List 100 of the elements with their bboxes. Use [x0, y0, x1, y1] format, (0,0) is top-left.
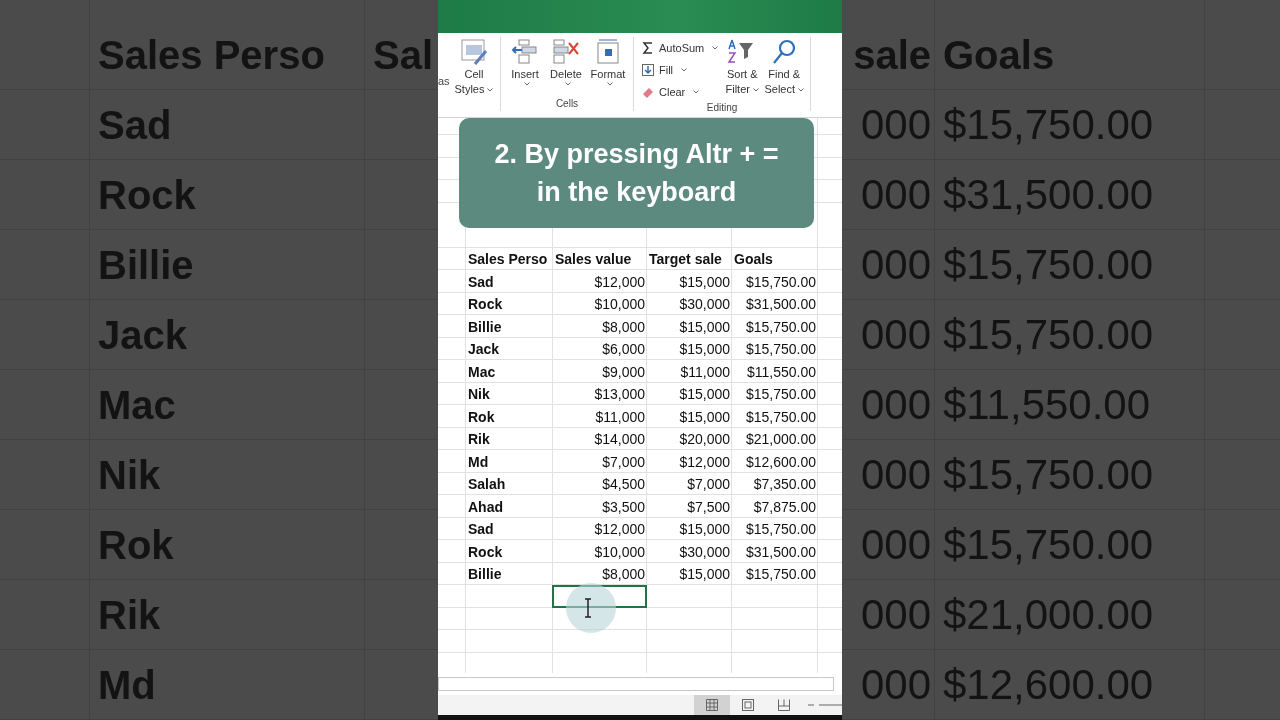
- backdrop-text: Billie: [98, 245, 194, 285]
- table-cell-text: $7,875.00: [752, 497, 817, 517]
- table-cell-text: Billie: [467, 317, 503, 337]
- table-cell-text: $31,500.00: [744, 542, 817, 562]
- group-label: Cells: [554, 98, 580, 111]
- page-layout-icon: [742, 699, 754, 711]
- table-cell-text: $15,750.00: [744, 340, 817, 360]
- table-cell-text: Mac: [467, 362, 497, 382]
- table-cell-text: $4,500: [601, 475, 646, 495]
- table-cell-text: Sales value: [554, 250, 633, 270]
- backdrop-text: Jack: [98, 315, 187, 355]
- cell-styles-button[interactable]: Cell Styles: [454, 37, 494, 98]
- backdrop-text: Sad: [98, 105, 172, 145]
- table-cell-text: Salah: [467, 475, 507, 495]
- table-cell-text: $7,000: [601, 452, 646, 472]
- table-cell-text: Rok: [467, 407, 496, 427]
- caption-banner: 2. By pressing Altr + = in the keyboard: [459, 118, 814, 228]
- table-cell-text: $30,000: [678, 295, 731, 315]
- table-cell-text: $31,500.00: [744, 295, 817, 315]
- table-cell-text: Md: [467, 452, 490, 472]
- table-cell-text: Rock: [467, 295, 504, 315]
- table-cell-text: $15,000: [678, 317, 731, 337]
- table-cell-text: $15,750.00: [744, 272, 817, 292]
- backdrop-text: $15,750.00: [943, 524, 1154, 566]
- grid-view-icon: [706, 699, 718, 711]
- table-cell-text: Rock: [467, 542, 504, 562]
- active-cell[interactable]: [552, 584, 647, 608]
- table-cell-text: $15,000: [678, 407, 731, 427]
- table-cell-text: Target sale: [648, 250, 723, 270]
- fill-button[interactable]: Fill: [640, 59, 721, 80]
- zoom-slider-icon[interactable]: [808, 702, 842, 708]
- backdrop-text: $15,750.00: [943, 244, 1154, 286]
- table-cell-text: $11,000: [594, 407, 646, 427]
- horizontal-scrollbar[interactable]: [438, 677, 834, 691]
- backdrop-text: $15,750.00: [943, 314, 1154, 356]
- backdrop-text: Mac: [98, 385, 176, 425]
- backdrop-text: $12,600.00: [943, 664, 1154, 706]
- backdrop-text: $15,750.00: [943, 454, 1154, 496]
- autosum-button[interactable]: AutoSum: [640, 37, 721, 58]
- table-cell-text: $12,600.00: [744, 452, 817, 472]
- table-cell-text: Rik: [467, 430, 491, 450]
- table-cell-text: $15,750.00: [744, 565, 817, 585]
- table-cell-text: $11,000: [679, 362, 731, 382]
- table-cell-text: $15,750.00: [744, 385, 817, 405]
- group-label: Editing: [705, 102, 739, 113]
- table-cell-text: $7,000: [686, 475, 731, 495]
- delete-button[interactable]: Delete: [547, 37, 585, 98]
- table-cell-text: $20,000: [678, 430, 731, 450]
- table-cell-text: $15,000: [678, 385, 731, 405]
- backdrop-text: $31,500.00: [943, 174, 1154, 216]
- backdrop-text: Rok: [98, 525, 174, 565]
- fill-down-icon: [642, 63, 654, 76]
- backdrop-text: $21,000.00: [943, 594, 1154, 636]
- insert-button[interactable]: Insert: [507, 37, 543, 98]
- table-cell-text: $9,000: [601, 362, 646, 382]
- table-cell-text: $21,000.00: [744, 430, 817, 450]
- table-cell-text: Sad: [467, 520, 495, 540]
- sort-filter-button[interactable]: Sort & Filter: [724, 37, 761, 102]
- clear-button[interactable]: Clear: [640, 81, 721, 102]
- page-break-icon: [778, 699, 790, 711]
- table-cell-text: $12,000: [678, 452, 731, 472]
- backdrop-text: 000: [860, 104, 931, 146]
- backdrop-text: $15,750.00: [943, 104, 1154, 146]
- table-cell-text: $8,000: [601, 565, 646, 585]
- backdrop-text: Rock: [98, 175, 196, 215]
- table-cell-text: $10,000: [593, 542, 646, 562]
- table-cell-text: $7,500: [686, 497, 731, 517]
- eraser-icon: [642, 85, 654, 98]
- table-cell-text: $7,350.00: [752, 475, 817, 495]
- table-cell-text: Goals: [733, 250, 774, 270]
- table-cell-text: $15,750.00: [744, 407, 817, 427]
- backdrop-text: Md: [98, 665, 156, 705]
- delete-cells-icon: [551, 37, 581, 67]
- table-cell-text: $6,000: [601, 340, 646, 360]
- find-select-button[interactable]: Find & Select: [764, 37, 805, 102]
- backdrop-text: 000: [860, 384, 931, 426]
- table-cell-text: Ahad: [467, 497, 504, 517]
- sigma-icon: [642, 41, 654, 54]
- backdrop-text: Nik: [98, 455, 161, 495]
- table-cell-text: $10,000: [593, 295, 646, 315]
- table-cell-text: $15,000: [678, 272, 731, 292]
- backdrop-text: 000: [860, 454, 931, 496]
- normal-view-button[interactable]: [694, 695, 730, 715]
- table-cell-text: $15,000: [678, 565, 731, 585]
- table-cell-text: $8,000: [601, 317, 646, 337]
- backdrop-text: 000: [860, 174, 931, 216]
- table-cell-text: $14,000: [593, 430, 646, 450]
- table-cell-text: $15,000: [678, 340, 731, 360]
- table-cell-text: $30,000: [678, 542, 731, 562]
- backdrop-text: Sales Perso: [98, 35, 325, 75]
- backdrop-text: Sal: [373, 35, 434, 75]
- backdrop-text: 000: [860, 244, 931, 286]
- format-button[interactable]: Format: [589, 37, 627, 98]
- backdrop-text: $11,550.00: [943, 384, 1151, 426]
- table-cell-text: $13,000: [593, 385, 646, 405]
- table-cell-text: $12,000: [593, 272, 646, 292]
- backdrop-text: 000: [860, 524, 931, 566]
- table-cell-text: Sad: [467, 272, 495, 292]
- click-highlight: [566, 583, 616, 633]
- table-cell-text: $12,000: [593, 520, 646, 540]
